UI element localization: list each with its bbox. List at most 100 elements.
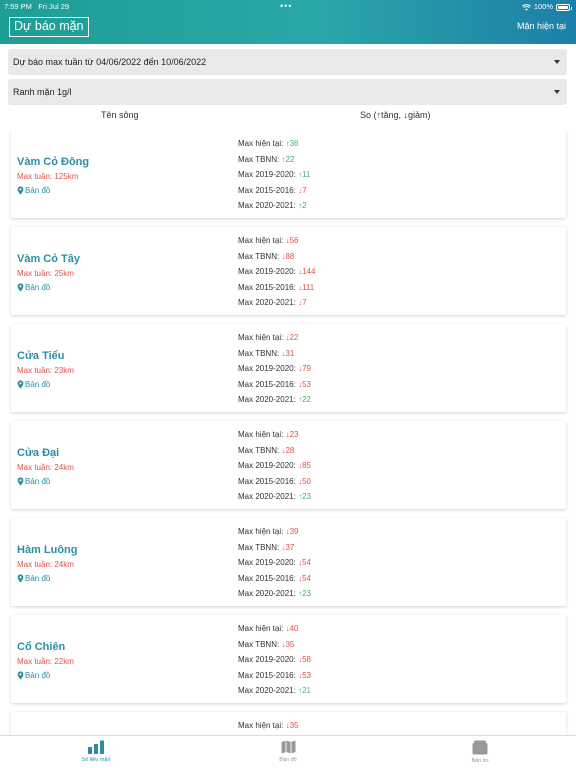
map-link-label: Bản đồ [25, 671, 51, 680]
map-link[interactable]: Bản đồ [17, 380, 50, 389]
river-card[interactable]: Vàm Cỏ Tây Max tuần: 25km Bản đồ Max hiệ… [11, 227, 566, 315]
map-link-label: Bản đồ [25, 186, 51, 195]
map-pin-icon [17, 380, 24, 389]
stat-value: ↓56 [285, 236, 299, 245]
stat-y2020: Max 2020-2021: ↑23 [238, 586, 311, 602]
river-card[interactable]: Bản đồ Max hiện tại: ↓35 [11, 712, 566, 735]
map-link-label: Bản đồ [25, 477, 51, 486]
map-pin-icon [17, 671, 24, 680]
stat-tbnn: Max TBNN: ↓88 [238, 249, 315, 265]
column-headers: Tên sông So (↑tăng, ↓giảm) [0, 110, 576, 124]
stat-y2015: Max 2015-2016: ↓50 [238, 474, 311, 490]
week-select-value: Dự báo max tuần từ 04/06/2022 đến 10/06/… [13, 57, 207, 67]
stat-value: ↓7 [298, 298, 307, 307]
river-max-week: Max tuần: 24km [17, 463, 74, 472]
stat-label: Max TBNN: [238, 445, 280, 455]
stat-value: ↓39 [285, 527, 299, 536]
stat-tbnn: Max TBNN: ↓37 [238, 540, 311, 556]
stat-value: ↓79 [298, 364, 311, 373]
stat-current: Max hiện tại: ↓23 [238, 427, 311, 443]
stat-label: Max 2015-2016: [238, 282, 296, 292]
stat-label: Max 2020-2021: [238, 201, 296, 210]
tab-bar: Số liệu mặn Bản đồ Bản tin [0, 735, 576, 768]
map-link-label: Bản đồ [25, 574, 51, 583]
status-time: 7:59 PM Fri Jul 29 [4, 2, 70, 11]
river-stats: Max hiện tại: ↓40 Max TBNN: ↓35 Max 2019-2… [238, 621, 311, 699]
river-max-week: Max tuần: 24km [17, 560, 74, 569]
stat-label: Max 2020-2021: [238, 298, 296, 307]
stat-value: ↑11 [298, 170, 311, 179]
stat-label: Max TBNN: [238, 348, 280, 358]
river-list[interactable]: Vàm Cỏ Đông Max tuần: 125km Bản đồ Max h… [0, 130, 576, 735]
stat-label: Max 2019-2020: [238, 170, 296, 179]
stat-current: Max hiện tại: ↓35 [238, 718, 299, 734]
river-max-week: Max tuần: 22km [17, 657, 74, 666]
map-link-label: Bản đồ [25, 380, 51, 389]
map-pin-icon [17, 574, 24, 583]
stat-label: Max 2020-2021: [238, 589, 296, 598]
stat-y2020: Max 2020-2021: ↑2 [238, 198, 310, 214]
stat-value: ↓144 [298, 267, 316, 276]
chevron-down-icon [554, 90, 560, 94]
stat-value: ↓40 [285, 624, 299, 633]
map-pin-icon [17, 283, 24, 292]
stat-label: Max TBNN: [238, 639, 280, 649]
multitask-dots-icon[interactable]: ••• [280, 2, 292, 11]
tab-news[interactable]: Bản tin [430, 740, 530, 764]
stat-value: ↓88 [281, 251, 295, 261]
battery-icon [556, 3, 572, 11]
stat-label: Max 2015-2016: [238, 476, 296, 486]
map-link[interactable]: Bản đồ [17, 186, 50, 195]
river-name: Cổ Chiên [17, 641, 66, 653]
stat-label: Max hiện tại: [238, 139, 284, 148]
tab-salinity-data[interactable]: Số liệu mặn [46, 740, 146, 763]
stat-current: Max hiện tại: ↑36 [238, 136, 310, 152]
map-link[interactable]: Bản đồ [17, 477, 50, 486]
river-card[interactable]: Cổ Chiên Max tuần: 22km Bản đồ Max hiện … [11, 615, 566, 703]
stat-label: Max 2019-2020: [238, 267, 296, 276]
river-name: Vàm Cỏ Tây [17, 253, 80, 265]
stat-label: Max 2020-2021: [238, 686, 296, 695]
stat-y2015: Max 2015-2016: ↓53 [238, 668, 311, 684]
stat-label: Max 2015-2016: [238, 185, 296, 195]
river-stats: Max hiện tại: ↓35 [238, 718, 299, 734]
river-max-week: Max tuần: 25km [17, 269, 74, 278]
tab-map[interactable]: Bản đồ [238, 740, 338, 763]
stat-tbnn: Max TBNN: ↑22 [238, 152, 310, 168]
river-stats: Max hiện tại: ↓23 Max TBNN: ↓28 Max 2019-2… [238, 427, 311, 505]
tab-news-label: Bản tin [471, 758, 489, 764]
stat-value: ↑21 [298, 686, 311, 695]
stat-label: Max 2019-2020: [238, 461, 296, 470]
stat-value: ↓7 [298, 185, 307, 195]
stat-label: Max hiện tại: [238, 236, 284, 245]
river-card[interactable]: Hàm Luông Max tuần: 24km Bản đồ Max hiện… [11, 518, 566, 606]
stat-y2020: Max 2020-2021: ↑21 [238, 683, 311, 699]
river-max-week: Max tuần: 23km [17, 366, 74, 375]
river-stats: Max hiện tại: ↓22 Max TBNN: ↓31 Max 2019-2… [238, 330, 311, 408]
map-icon [281, 740, 295, 754]
tab-salinity-data-label: Số liệu mặn [81, 757, 111, 763]
threshold-select[interactable]: Ranh mặn 1g/l [8, 79, 567, 105]
map-link[interactable]: Bản đồ [17, 283, 50, 292]
column-river: Tên sông [101, 110, 139, 120]
stat-y2019: Max 2019-2020: ↑11 [238, 167, 310, 183]
stat-value: ↓54 [298, 573, 311, 583]
stat-value: ↓28 [281, 445, 295, 455]
river-card[interactable]: Vàm Cỏ Đông Max tuần: 125km Bản đồ Max h… [11, 130, 566, 218]
stat-value: ↓111 [298, 282, 315, 292]
current-salinity-link[interactable]: Mặn hiện tại [517, 21, 566, 31]
stat-value: ↓85 [298, 461, 311, 470]
week-select[interactable]: Dự báo max tuần từ 04/06/2022 đến 10/06/… [8, 49, 567, 75]
stat-value: ↑22 [281, 154, 295, 164]
stat-label: Max TBNN: [238, 542, 280, 552]
stat-y2015: Max 2015-2016: ↓53 [238, 377, 311, 393]
stat-current: Max hiện tại: ↓56 [238, 233, 315, 249]
map-link[interactable]: Bản đồ [17, 671, 50, 680]
map-link[interactable]: Bản đồ [17, 574, 50, 583]
river-stats: Max hiện tại: ↓39 Max TBNN: ↓37 Max 2019-2… [238, 524, 311, 602]
river-card[interactable]: Cửa Đại Max tuần: 24km Bản đồ Max hiện t… [11, 421, 566, 509]
stat-label: Max 2019-2020: [238, 558, 296, 567]
stat-value: ↓53 [298, 670, 311, 680]
river-card[interactable]: Cửa Tiểu Max tuần: 23km Bản đồ Max hiện … [11, 324, 566, 412]
stat-value: ↓35 [281, 639, 295, 649]
